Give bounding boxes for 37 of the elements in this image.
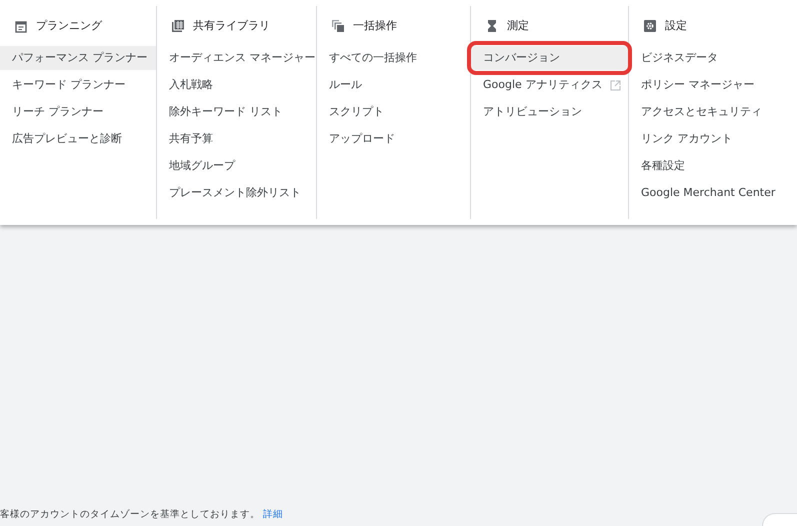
- gear-icon: [643, 19, 657, 33]
- stacked-squares-icon: [331, 19, 345, 33]
- menu-item[interactable]: 広告プレビューと診断: [0, 127, 156, 151]
- menu-item[interactable]: キーワード プランナー: [0, 73, 156, 97]
- menu-item[interactable]: パフォーマンス プランナー: [0, 46, 156, 70]
- menu-item[interactable]: すべての一括操作: [317, 46, 470, 70]
- menu-item[interactable]: 除外キーワード リスト: [157, 100, 316, 124]
- menu-item[interactable]: アトリビューション: [471, 100, 628, 124]
- menu-item[interactable]: スクリプト: [317, 100, 470, 124]
- column-heading: 設定: [665, 18, 687, 34]
- menu-item[interactable]: 入札戦略: [157, 73, 316, 97]
- menu-item[interactable]: プレースメント除外リスト: [157, 181, 316, 205]
- menu-item[interactable]: 各種設定: [629, 154, 797, 178]
- grid-icon: [171, 19, 185, 33]
- column-heading: プランニング: [36, 18, 102, 34]
- menu-item[interactable]: リンク アカウント: [629, 127, 797, 151]
- menu-item[interactable]: 共有予算: [157, 127, 316, 151]
- column-heading: 一括操作: [353, 18, 397, 34]
- external-link-icon: [610, 80, 622, 90]
- column-heading: 共有ライブラリ: [193, 18, 270, 34]
- menu-item[interactable]: ポリシー マネージャー: [629, 73, 797, 97]
- column-heading: 測定: [507, 18, 529, 34]
- hourglass-icon: [485, 19, 499, 33]
- menu-item[interactable]: コンバージョン: [471, 46, 628, 70]
- menu-item[interactable]: アップロード: [317, 127, 470, 151]
- menu-item[interactable]: Google アナリティクス: [471, 73, 628, 97]
- menu-item[interactable]: ビジネスデータ: [629, 46, 797, 70]
- calendar-icon: [14, 19, 28, 33]
- round-button[interactable]: [762, 513, 797, 526]
- menu-item[interactable]: ルール: [317, 73, 470, 97]
- menu-item[interactable]: アクセスとセキュリティ: [629, 100, 797, 124]
- details-link[interactable]: 詳細: [263, 509, 284, 520]
- menu-item[interactable]: オーディエンス マネージャー: [157, 46, 316, 70]
- menu-item[interactable]: 地域グループ: [157, 154, 316, 178]
- footer-note: 客様のアカウントのタイムゾーンを基準としております。: [0, 509, 261, 520]
- menu-item[interactable]: Google Merchant Center: [629, 181, 797, 205]
- menu-item[interactable]: リーチ プランナー: [0, 100, 156, 124]
